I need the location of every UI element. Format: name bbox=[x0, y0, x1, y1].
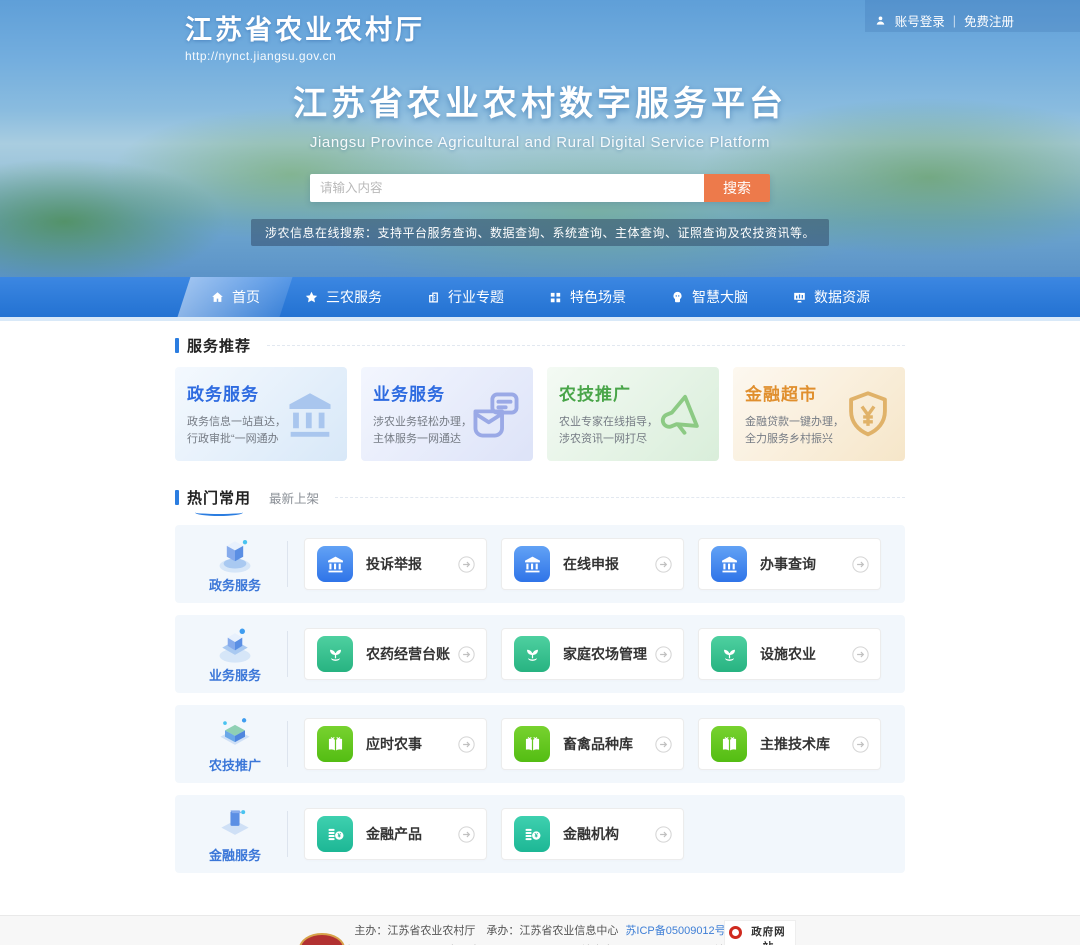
category-3d-icon bbox=[212, 534, 258, 574]
book-icon bbox=[317, 726, 353, 762]
card-agritech-promotion[interactable]: 农技推广 农业专家在线指导， 涉农资讯一网打尽 bbox=[547, 367, 719, 461]
home-icon bbox=[210, 290, 225, 305]
arrow-right-icon bbox=[655, 736, 672, 753]
card-finance-supermarket[interactable]: 金融超市 金融贷款一键办理， 全力服务乡村振兴 bbox=[733, 367, 905, 461]
service-item-facility-agriculture[interactable]: 设施农业 bbox=[698, 628, 881, 680]
section-title: 服务推荐 bbox=[187, 335, 251, 356]
service-item-family-farm[interactable]: 家庭农场管理 bbox=[501, 628, 684, 680]
book-icon bbox=[514, 726, 550, 762]
top-bar: 江苏省农业农村厅 http://nynct.jiangsu.gov.cn 账号登… bbox=[0, 0, 1080, 52]
service-item-complaint[interactable]: 投诉举报 bbox=[304, 538, 487, 590]
tab-newly-listed[interactable]: 最新上架 bbox=[269, 488, 319, 507]
nav-item-scenes[interactable]: 特色场景 bbox=[526, 277, 648, 317]
service-item-pesticide-ledger[interactable]: 农药经营台账 bbox=[304, 628, 487, 680]
icp-link[interactable]: 苏ICP备05009012号 bbox=[625, 925, 725, 937]
category-3d-icon bbox=[212, 624, 258, 664]
building-icon bbox=[426, 290, 441, 305]
search-bar: 搜索 bbox=[310, 174, 770, 202]
service-item-financial-institutions[interactable]: ¥ 金融机构 bbox=[501, 808, 684, 860]
data-icon bbox=[792, 290, 807, 305]
nav-item-home[interactable]: 首页 bbox=[188, 277, 282, 317]
service-item-affairs-inquiry[interactable]: 办事查询 bbox=[698, 538, 881, 590]
category-business: 业务服务 bbox=[191, 624, 279, 684]
category-3d-icon bbox=[212, 714, 258, 754]
category-divider bbox=[287, 631, 288, 677]
coins-yuan-icon: ¥ bbox=[514, 816, 550, 852]
platform-subtitle: Jiangsu Province Agricultural and Rural … bbox=[0, 134, 1080, 151]
sprout-icon bbox=[317, 636, 353, 672]
service-row-government: 政务服务 投诉举报 在线申报 办事查询 bbox=[175, 525, 905, 603]
search-hint: 涉农信息在线搜索：支持平台服务查询、数据查询、系统查询、主体查询、证照查询及农技… bbox=[251, 219, 829, 246]
hot-service-rows: 政务服务 投诉举报 在线申报 办事查询 bbox=[175, 525, 905, 873]
section-header-recommend: 服务推荐 bbox=[175, 321, 905, 356]
nav-item-sannong[interactable]: 三农服务 bbox=[282, 277, 404, 317]
nav-item-data[interactable]: 数据资源 bbox=[770, 277, 892, 317]
platform-title: 江苏省农业农村数字服务平台 bbox=[0, 76, 1080, 125]
arrow-right-icon bbox=[458, 646, 475, 663]
person-icon bbox=[874, 14, 887, 27]
svg-text:¥: ¥ bbox=[337, 832, 341, 839]
category-agritech: 农技推广 bbox=[191, 714, 279, 774]
bank-icon bbox=[514, 546, 550, 582]
gov-site-badge[interactable]: 政府网站 bbox=[724, 920, 796, 945]
category-government: 政务服务 bbox=[191, 534, 279, 594]
login-link[interactable]: 账号登录 bbox=[895, 11, 945, 30]
service-item-online-declaration[interactable]: 在线申报 bbox=[501, 538, 684, 590]
section-dashed-line bbox=[335, 497, 905, 498]
service-item-livestock-breeds[interactable]: 畜禽品种库 bbox=[501, 718, 684, 770]
arrow-right-icon bbox=[852, 736, 869, 753]
service-row-agritech: 农技推广 应时农事 畜禽品种库 主推技术库 bbox=[175, 705, 905, 783]
arrow-right-icon bbox=[852, 556, 869, 573]
nav-item-brain[interactable]: 智慧大脑 bbox=[648, 277, 770, 317]
nav-item-industry[interactable]: 行业专题 bbox=[404, 277, 526, 317]
arrow-right-icon bbox=[458, 556, 475, 573]
account-links: 账号登录 | 免费注册 bbox=[874, 11, 1014, 30]
grid-icon bbox=[548, 290, 563, 305]
account-separator: | bbox=[953, 14, 956, 28]
footer-host-line: 主办：江苏省农业农村厅 承办：江苏省农业信息中心 苏ICP备05009012号 bbox=[0, 916, 1080, 938]
star-icon bbox=[304, 290, 319, 305]
register-link[interactable]: 免费注册 bbox=[964, 11, 1014, 30]
coins-yuan-icon: ¥ bbox=[317, 816, 353, 852]
arrow-right-icon bbox=[852, 646, 869, 663]
card-business-services[interactable]: 业务服务 涉农业务轻松办理， 主体服务一网通达 bbox=[361, 367, 533, 461]
section-dashed-line bbox=[267, 345, 905, 346]
site-url: http://nynct.jiangsu.gov.cn bbox=[185, 49, 1080, 63]
section-header-hot: 热门常用 最新上架 bbox=[175, 461, 905, 508]
arrow-right-icon bbox=[655, 646, 672, 663]
service-item-main-tech-library[interactable]: 主推技术库 bbox=[698, 718, 881, 770]
service-row-finance: 金融服务 ¥ 金融产品 ¥ 金融机构 bbox=[175, 795, 905, 873]
sprout-icon bbox=[711, 636, 747, 672]
category-3d-icon bbox=[212, 804, 258, 844]
page-footer: 主办：江苏省农业农村厅 承办：江苏省农业信息中心 苏ICP备05009012号 … bbox=[0, 915, 1080, 945]
service-item-financial-products[interactable]: ¥ 金融产品 bbox=[304, 808, 487, 860]
bank-icon bbox=[317, 546, 353, 582]
main-nav: 首页 三农服务 行业专题 特色场景 智慧大脑 数据资源 bbox=[0, 277, 1080, 317]
arrow-right-icon bbox=[458, 826, 475, 843]
service-row-business: 业务服务 农药经营台账 家庭农场管理 设施农业 bbox=[175, 615, 905, 693]
gov-badge-icon bbox=[729, 926, 742, 939]
card-government-services[interactable]: 政务服务 政务信息一站直达， 行政审批“一网通办 bbox=[175, 367, 347, 461]
recommend-cards: 政务服务 政务信息一站直达， 行政审批“一网通办 业务服务 涉农业务轻松办理， … bbox=[175, 367, 905, 461]
hero-banner: 江苏省农业农村厅 http://nynct.jiangsu.gov.cn 账号登… bbox=[0, 0, 1080, 277]
search-button[interactable]: 搜索 bbox=[704, 174, 770, 202]
arrow-right-icon bbox=[458, 736, 475, 753]
tab-hot-common[interactable]: 热门常用 bbox=[187, 487, 251, 508]
service-item-seasonal-farming[interactable]: 应时农事 bbox=[304, 718, 487, 770]
book-icon bbox=[711, 726, 747, 762]
svg-text:¥: ¥ bbox=[534, 832, 538, 839]
brain-icon bbox=[670, 290, 685, 305]
category-divider bbox=[287, 541, 288, 587]
bank-icon bbox=[711, 546, 747, 582]
category-divider bbox=[287, 811, 288, 857]
search-input[interactable] bbox=[310, 174, 704, 202]
page-content: 服务推荐 政务服务 政务信息一站直达， 行政审批“一网通办 业务服务 涉农业务轻… bbox=[0, 321, 1080, 915]
arrow-right-icon bbox=[655, 556, 672, 573]
sprout-icon bbox=[514, 636, 550, 672]
category-finance: 金融服务 bbox=[191, 804, 279, 864]
arrow-right-icon bbox=[655, 826, 672, 843]
section-accent-bar bbox=[175, 490, 179, 505]
category-divider bbox=[287, 721, 288, 767]
section-accent-bar bbox=[175, 338, 179, 353]
